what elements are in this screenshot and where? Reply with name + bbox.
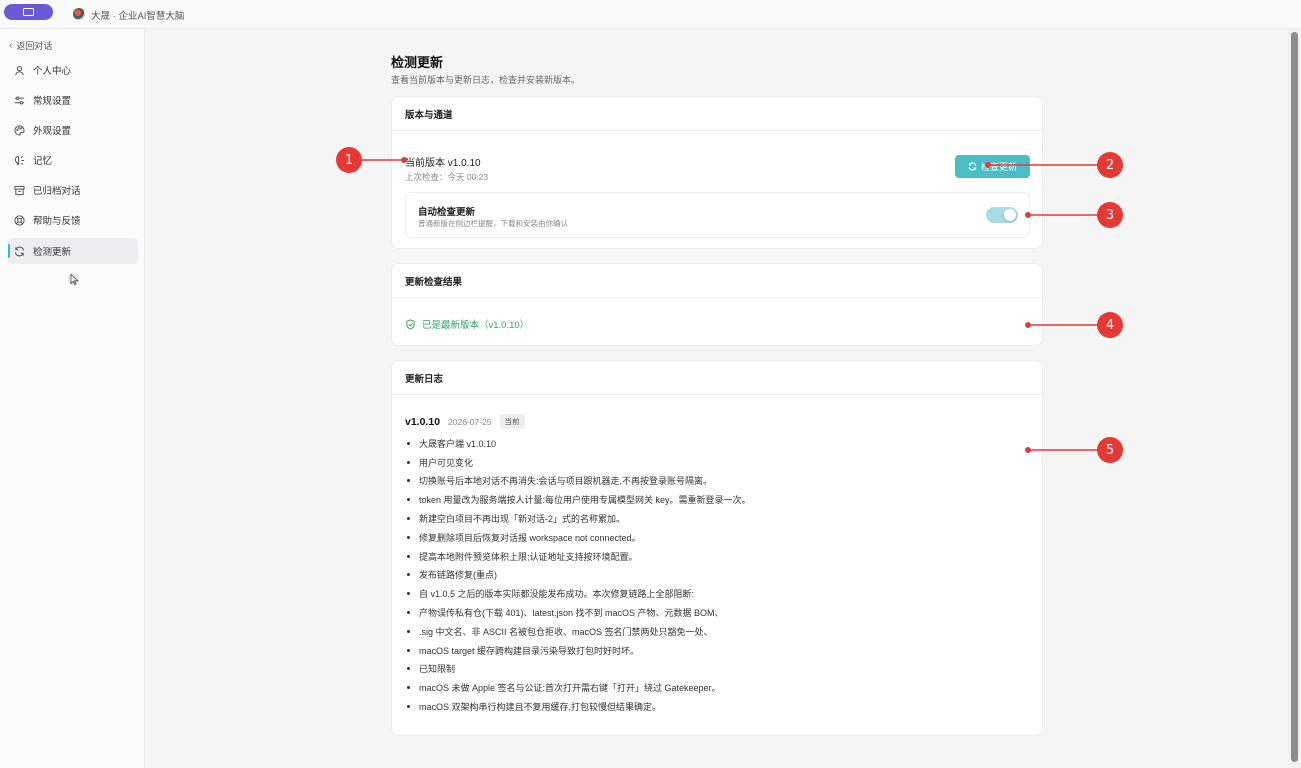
back-label: 返回对话	[16, 41, 53, 51]
refresh-icon	[968, 162, 977, 171]
sidebar-item-label: 常规设置	[33, 96, 72, 107]
list-item: 提高本地附件预览体积上限;认证地址支持按环境配置。	[405, 547, 1025, 566]
sidebar-item-label: 记忆	[33, 156, 53, 167]
sidebar-item-label: 帮助与反馈	[33, 216, 81, 227]
mouse-cursor-icon	[68, 273, 79, 286]
scrollbar-thumb[interactable]	[1291, 32, 1298, 762]
version-channel-card: 版本与通道 当前版本 v1.0.10 上次检查：今天 00:23 检查更新 自动…	[391, 96, 1043, 249]
list-item: 切换账号后本地对话不再消失:会话与项目跟机器走,不再按登录账号隔离。	[405, 472, 1025, 491]
card-title: 版本与通道	[392, 97, 1042, 131]
update-result-card: 更新检查结果 已是最新版本（v1.0.10）	[391, 263, 1043, 346]
current-badge: 当前	[499, 414, 525, 429]
list-item: macOS 双架构串行构建且不复用缓存,打包较慢但结果确定。	[405, 697, 1025, 716]
card-title: 更新检查结果	[392, 264, 1042, 298]
annotation-marker-5: 5	[1097, 437, 1123, 463]
annotation-marker-1: 1	[336, 147, 362, 173]
list-item: macOS target 缓存跨构建目录污染导致打包时好时坏。	[405, 641, 1025, 660]
user-icon	[14, 65, 25, 76]
list-item: macOS 未做 Apple 签名与公证:首次打开需右键「打开」绕过 Gatek…	[405, 678, 1025, 697]
toggle-knob	[1004, 209, 1016, 221]
list-item: 产物误传私有仓(下载 401)、latest.json 找不到 macOS 产物…	[405, 603, 1025, 622]
page-subtitle: 查看当前版本与更新日志，检查并安装新版本。	[391, 75, 581, 85]
list-item: .sig 中文名、非 ASCII 名被包仓拒收、macOS 签名门禁两处只豁免一…	[405, 622, 1025, 641]
sidebar-item-appearance[interactable]: 外观设置	[8, 117, 138, 143]
sidebar-item-profile[interactable]: 个人中心	[8, 57, 138, 83]
list-item: 已知限制	[405, 660, 1025, 679]
up-to-date-status: 已是最新版本（v1.0.10）	[405, 317, 529, 331]
memory-icon	[14, 155, 25, 166]
auto-check-title: 自动检查更新	[418, 207, 476, 218]
sidebar-toggle-icon	[23, 8, 34, 16]
list-item: token 用量改为服务端按人计量:每位用户使用专属模型网关 key。需重新登录…	[405, 490, 1025, 509]
card-title: 更新日志	[392, 361, 1042, 395]
main-content: 检测更新 查看当前版本与更新日志，检查并安装新版本。 版本与通道 当前版本 v1…	[145, 29, 1288, 768]
page-scrollbar[interactable]	[1288, 29, 1301, 768]
changelog-notes: 大晟客户端 v1.0.10 用户可见变化 切换账号后本地对话不再消失:会话与项目…	[405, 434, 1025, 716]
changelog-date: 2026-07-25	[448, 416, 492, 427]
list-item: 修复删除项目后恢复对话报 workspace not connected。	[405, 528, 1025, 547]
check-update-label: 检查更新	[980, 162, 1017, 172]
sidebar-item-label: 个人中心	[33, 66, 72, 77]
annotation-marker-2: 2	[1097, 152, 1123, 178]
last-check-time: 上次检查：今天 00:23	[405, 172, 489, 182]
auto-check-description: 普通新版在侧边栏提醒，下载和安装由你确认	[418, 219, 568, 228]
changelog-version: v1.0.10	[405, 415, 441, 428]
palette-icon	[14, 124, 25, 136]
sidebar-item-label: 检测更新	[33, 247, 72, 258]
list-item: 发布链路修复(重点)	[405, 566, 1025, 585]
sidebar-item-help[interactable]: 帮助与反馈	[8, 207, 138, 233]
window-toggle-button[interactable]	[4, 4, 53, 20]
sidebar-item-label: 外观设置	[33, 126, 72, 137]
sidebar-item-general[interactable]: 常规设置	[8, 87, 138, 113]
sidebar-item-archived[interactable]: 已归档对话	[8, 177, 138, 203]
refresh-icon	[14, 246, 25, 257]
auto-check-setting: 自动检查更新 普通新版在侧边栏提醒，下载和安装由你确认	[405, 192, 1030, 238]
archive-icon	[14, 185, 25, 196]
back-to-chat-link[interactable]: ‹ 返回对话	[9, 39, 52, 52]
chevron-left-icon: ‹	[9, 39, 13, 51]
sliders-icon	[14, 95, 25, 106]
list-item: 自 v1.0.5 之后的版本实际都没能发布成功。本次修复链路上全部阻断:	[405, 584, 1025, 603]
status-text: 已是最新版本（v1.0.10）	[422, 320, 530, 331]
list-item: 用户可见变化	[405, 453, 1025, 472]
settings-sidebar: ‹ 返回对话 个人中心 常规设置 外观设置 记忆 已归档对话 帮助与反馈 检测更…	[0, 29, 145, 768]
changelog-version-header: v1.0.10 2026-07-25 当前	[405, 414, 525, 429]
shield-check-icon	[406, 318, 415, 330]
auto-check-toggle[interactable]	[986, 207, 1018, 223]
sidebar-item-label: 已归档对话	[33, 186, 81, 197]
sidebar-item-check-update[interactable]: 检测更新	[8, 238, 138, 264]
app-logo	[73, 8, 85, 20]
list-item: 新建空白项目不再出现「新对话-2」式的名称累加。	[405, 509, 1025, 528]
current-version: 当前版本 v1.0.10	[405, 158, 481, 169]
page-title: 检测更新	[391, 55, 444, 70]
list-item: 大晟客户端 v1.0.10	[405, 434, 1025, 453]
changelog-card: 更新日志 v1.0.10 2026-07-25 当前 大晟客户端 v1.0.10…	[391, 360, 1043, 736]
app-title: 大晟 · 企业AI智慧大脑	[91, 11, 185, 22]
sidebar-item-memory[interactable]: 记忆	[8, 147, 138, 173]
help-icon	[14, 214, 25, 226]
check-update-button[interactable]: 检查更新	[955, 155, 1030, 178]
annotation-marker-3: 3	[1097, 202, 1123, 228]
annotation-marker-4: 4	[1097, 312, 1123, 338]
title-bar: 大晟 · 企业AI智慧大脑	[0, 0, 1301, 29]
